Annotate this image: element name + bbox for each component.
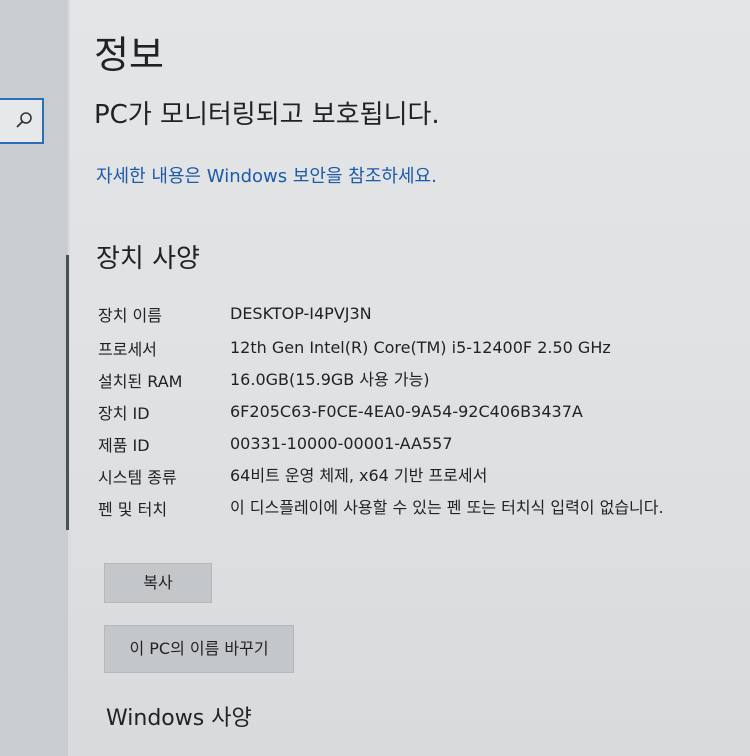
copy-button[interactable]: 복사 [104,563,212,603]
sidebar [0,0,69,756]
spec-value: 64비트 운영 체제, x64 기반 프로세서 [230,466,488,485]
spec-value: 16.0GB(15.9GB 사용 가능) [230,370,430,389]
windows-security-link[interactable]: 자세한 내용은 Windows 보안을 참조하세요. [96,162,437,188]
spec-label: 설치된 RAM [98,372,183,391]
spec-label: 제품 ID [98,436,150,455]
spec-label: 장치 이름 [98,306,162,325]
spec-label: 프로세서 [98,340,157,359]
main-content: 정보 PC가 모니터링되고 보호됩니다. 자세한 내용은 Windows 보안을… [70,0,750,756]
device-specs-title: 장치 사양 [96,244,200,274]
spec-label: 펜 및 터치 [98,500,168,519]
search-box[interactable] [0,98,44,144]
search-icon[interactable] [14,111,34,131]
spec-label: 시스템 종류 [98,468,177,487]
scrollbar[interactable] [66,255,69,530]
spec-value: 이 디스플레이에 사용할 수 있는 펜 또는 터치식 입력이 없습니다. [230,498,664,517]
spec-value: 00331-10000-00001-AA557 [230,434,453,453]
protection-status: PC가 모니터링되고 보호됩니다. [94,100,440,130]
windows-specs-title: Windows 사양 [106,706,252,731]
rename-pc-button[interactable]: 이 PC의 이름 바꾸기 [104,625,294,673]
spec-label: 장치 ID [98,404,150,423]
page-title: 정보 [94,33,164,77]
spec-value: DESKTOP-I4PVJ3N [230,304,372,323]
spec-value: 6F205C63-F0CE-4EA0-9A54-92C406B3437A [230,402,583,421]
spec-value: 12th Gen Intel(R) Core(TM) i5-12400F 2.5… [230,338,611,357]
